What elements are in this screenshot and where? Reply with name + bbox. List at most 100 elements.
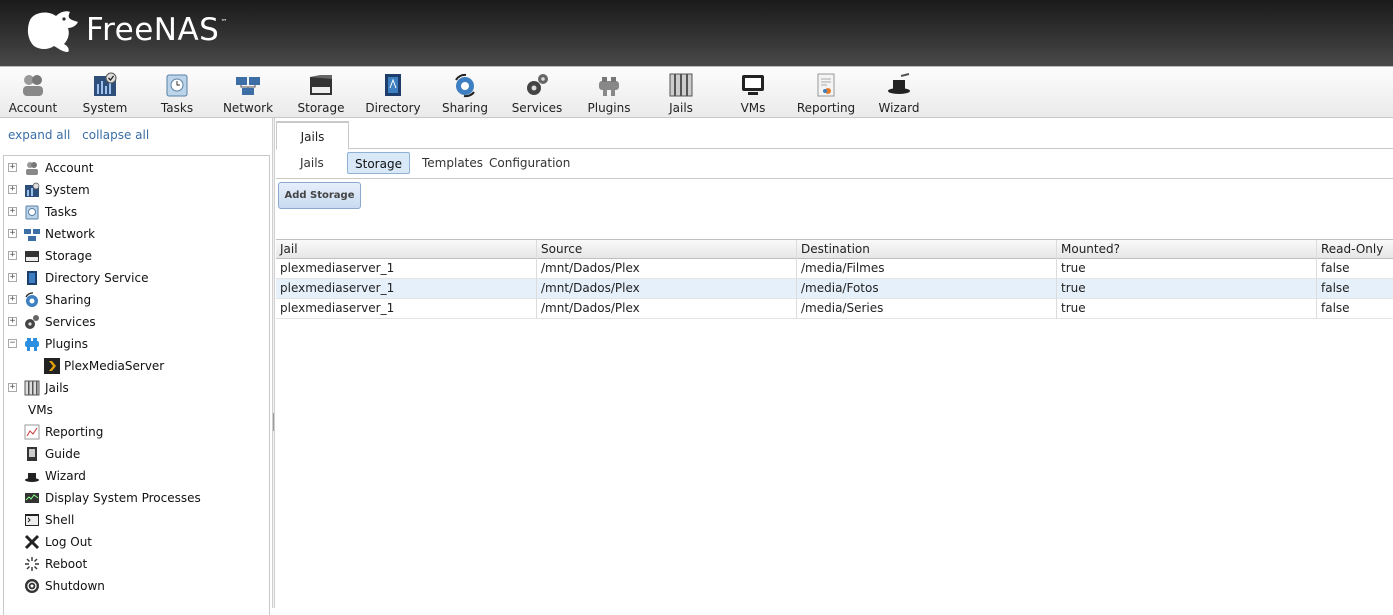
- vms-icon: [742, 75, 764, 95]
- tree-item-tasks[interactable]: + Tasks: [4, 202, 268, 222]
- tab-jails-outer[interactable]: Jails: [276, 121, 349, 150]
- tree-item-plexmediaserver[interactable]: PlexMediaServer: [4, 356, 268, 376]
- toolbar-sharing-button[interactable]: Sharing: [438, 67, 492, 118]
- tree-item-directory-service[interactable]: + Directory Service: [4, 268, 268, 288]
- cell-mounted: true: [1056, 279, 1316, 299]
- reboot-icon: [25, 557, 39, 571]
- services-icon: [527, 74, 548, 95]
- tree-item-shell[interactable]: Shell: [4, 510, 268, 530]
- expand-toggle[interactable]: +: [8, 295, 17, 304]
- tree-item-log-out[interactable]: Log Out: [4, 532, 268, 552]
- cell-mounted: true: [1056, 299, 1316, 319]
- tree-item-services[interactable]: + Services: [4, 312, 268, 332]
- toolbar-vms-button[interactable]: VMs: [726, 67, 780, 118]
- jails-icon: [24, 380, 40, 396]
- toolbar-directory-button[interactable]: Directory: [364, 67, 422, 118]
- main-panel: Jails Jails Storage Templates Configurat…: [276, 118, 1393, 608]
- expand-toggle[interactable]: +: [8, 251, 17, 260]
- table-row-selected[interactable]: plexmediaserver_1 /mnt/Dados/Plex /media…: [276, 279, 1393, 299]
- expand-toggle[interactable]: +: [8, 383, 17, 392]
- toolbar-storage-button[interactable]: Storage: [294, 67, 348, 118]
- system-icon: [25, 182, 40, 197]
- cell-jail: plexmediaserver_1: [280, 261, 395, 275]
- expand-toggle[interactable]: +: [8, 185, 17, 194]
- expand-toggle[interactable]: +: [8, 163, 17, 172]
- network-icon: [236, 77, 260, 95]
- tree-item-display-system-processes[interactable]: Display System Processes: [4, 488, 268, 508]
- storage-icon: [310, 75, 332, 95]
- cell-destination: /media/Series: [796, 299, 1056, 319]
- tasks-icon: [166, 74, 188, 97]
- account-icon: [26, 162, 38, 175]
- close-icon: [24, 534, 40, 550]
- tree-item-guide[interactable]: Guide: [4, 444, 268, 464]
- toolbar-reporting-button[interactable]: Reporting: [796, 67, 856, 118]
- column-header-source[interactable]: Source: [536, 240, 796, 260]
- splitter-grip[interactable]: [273, 413, 274, 431]
- tree-item-sharing[interactable]: + Sharing: [4, 290, 268, 310]
- toolbar-jails-button[interactable]: Jails: [654, 67, 708, 118]
- tab-configuration[interactable]: Configuration: [482, 152, 577, 174]
- main-toolbar: Account System Tasks Network Storage Dir…: [0, 66, 1393, 118]
- collapse-all-link[interactable]: collapse all: [82, 128, 149, 142]
- toolbar-services-button[interactable]: Services: [510, 67, 564, 118]
- toolbar-wizard-button[interactable]: Wizard: [872, 67, 926, 118]
- add-storage-button[interactable]: Add Storage: [278, 182, 361, 209]
- column-header-read-only[interactable]: Read-Only: [1316, 240, 1393, 260]
- cell-jail: plexmediaserver_1: [280, 301, 395, 315]
- brand-title: FreeNAS™: [86, 12, 228, 48]
- toolbar-tasks-button[interactable]: Tasks: [150, 67, 204, 118]
- table-header: Jail Source Destination Mounted? Read-On…: [276, 239, 1393, 260]
- tree-item-system[interactable]: + System: [4, 180, 268, 200]
- cell-jail: plexmediaserver_1: [280, 281, 395, 295]
- expand-toggle[interactable]: +: [8, 207, 17, 216]
- column-header-jail[interactable]: Jail: [276, 240, 536, 260]
- tree-item-reporting[interactable]: Reporting: [4, 422, 268, 442]
- tree-item-reboot[interactable]: Reboot: [4, 554, 268, 574]
- toolbar-network-button[interactable]: Network: [220, 67, 276, 118]
- toolbar-account-button[interactable]: Account: [6, 67, 60, 118]
- tree-controls: expand all collapse all: [8, 128, 157, 142]
- tree-item-account[interactable]: + Account: [4, 158, 268, 178]
- sidebar-splitter[interactable]: [272, 118, 275, 608]
- tree-item-shutdown[interactable]: Shutdown: [4, 576, 268, 596]
- cell-read-only: false: [1316, 259, 1393, 279]
- wizard-icon: [888, 73, 910, 94]
- wizard-icon: [25, 473, 39, 482]
- tree-item-plugins[interactable]: − Plugins: [4, 334, 268, 354]
- reporting-icon: [817, 73, 835, 97]
- directory-icon: [385, 74, 401, 96]
- toolbar-system-button[interactable]: System: [78, 67, 132, 118]
- network-icon: [24, 229, 40, 241]
- power-icon: [25, 579, 39, 593]
- expand-toggle[interactable]: +: [8, 273, 17, 282]
- sharing-icon: [455, 73, 475, 98]
- jails-icon: [669, 73, 693, 97]
- tree-item-network[interactable]: + Network: [4, 224, 268, 244]
- storage-icon: [25, 251, 39, 262]
- tree-item-jails[interactable]: + Jails: [4, 378, 268, 398]
- tasks-icon: [25, 205, 39, 220]
- sidebar: expand all collapse all + Account + Syst…: [0, 118, 272, 615]
- sharing-icon: [25, 292, 38, 307]
- toolbar-plugins-button[interactable]: Plugins: [582, 67, 636, 118]
- expand-toggle[interactable]: +: [8, 229, 17, 238]
- tab-templates[interactable]: Templates: [415, 152, 490, 174]
- tree-item-wizard[interactable]: Wizard: [4, 466, 268, 486]
- plex-icon: [44, 358, 60, 374]
- expand-toggle[interactable]: +: [8, 317, 17, 326]
- navigation-tree: + Account + System + Tasks + Network + S…: [3, 155, 270, 615]
- table-row[interactable]: plexmediaserver_1 /mnt/Dados/Plex /media…: [276, 299, 1393, 319]
- tab-storage[interactable]: Storage: [347, 152, 410, 174]
- tree-item-vms[interactable]: VMs: [4, 400, 268, 420]
- column-header-mounted[interactable]: Mounted?: [1056, 240, 1316, 260]
- processes-icon: [25, 493, 39, 503]
- tree-item-storage[interactable]: + Storage: [4, 246, 268, 266]
- cell-source: /mnt/Dados/Plex: [536, 299, 796, 319]
- table-row[interactable]: plexmediaserver_1 /mnt/Dados/Plex /media…: [276, 259, 1393, 279]
- expand-all-link[interactable]: expand all: [8, 128, 70, 142]
- column-header-destination[interactable]: Destination: [796, 240, 1056, 260]
- tab-jails[interactable]: Jails: [293, 152, 331, 174]
- collapse-toggle[interactable]: −: [8, 339, 17, 348]
- cell-read-only: false: [1316, 299, 1393, 319]
